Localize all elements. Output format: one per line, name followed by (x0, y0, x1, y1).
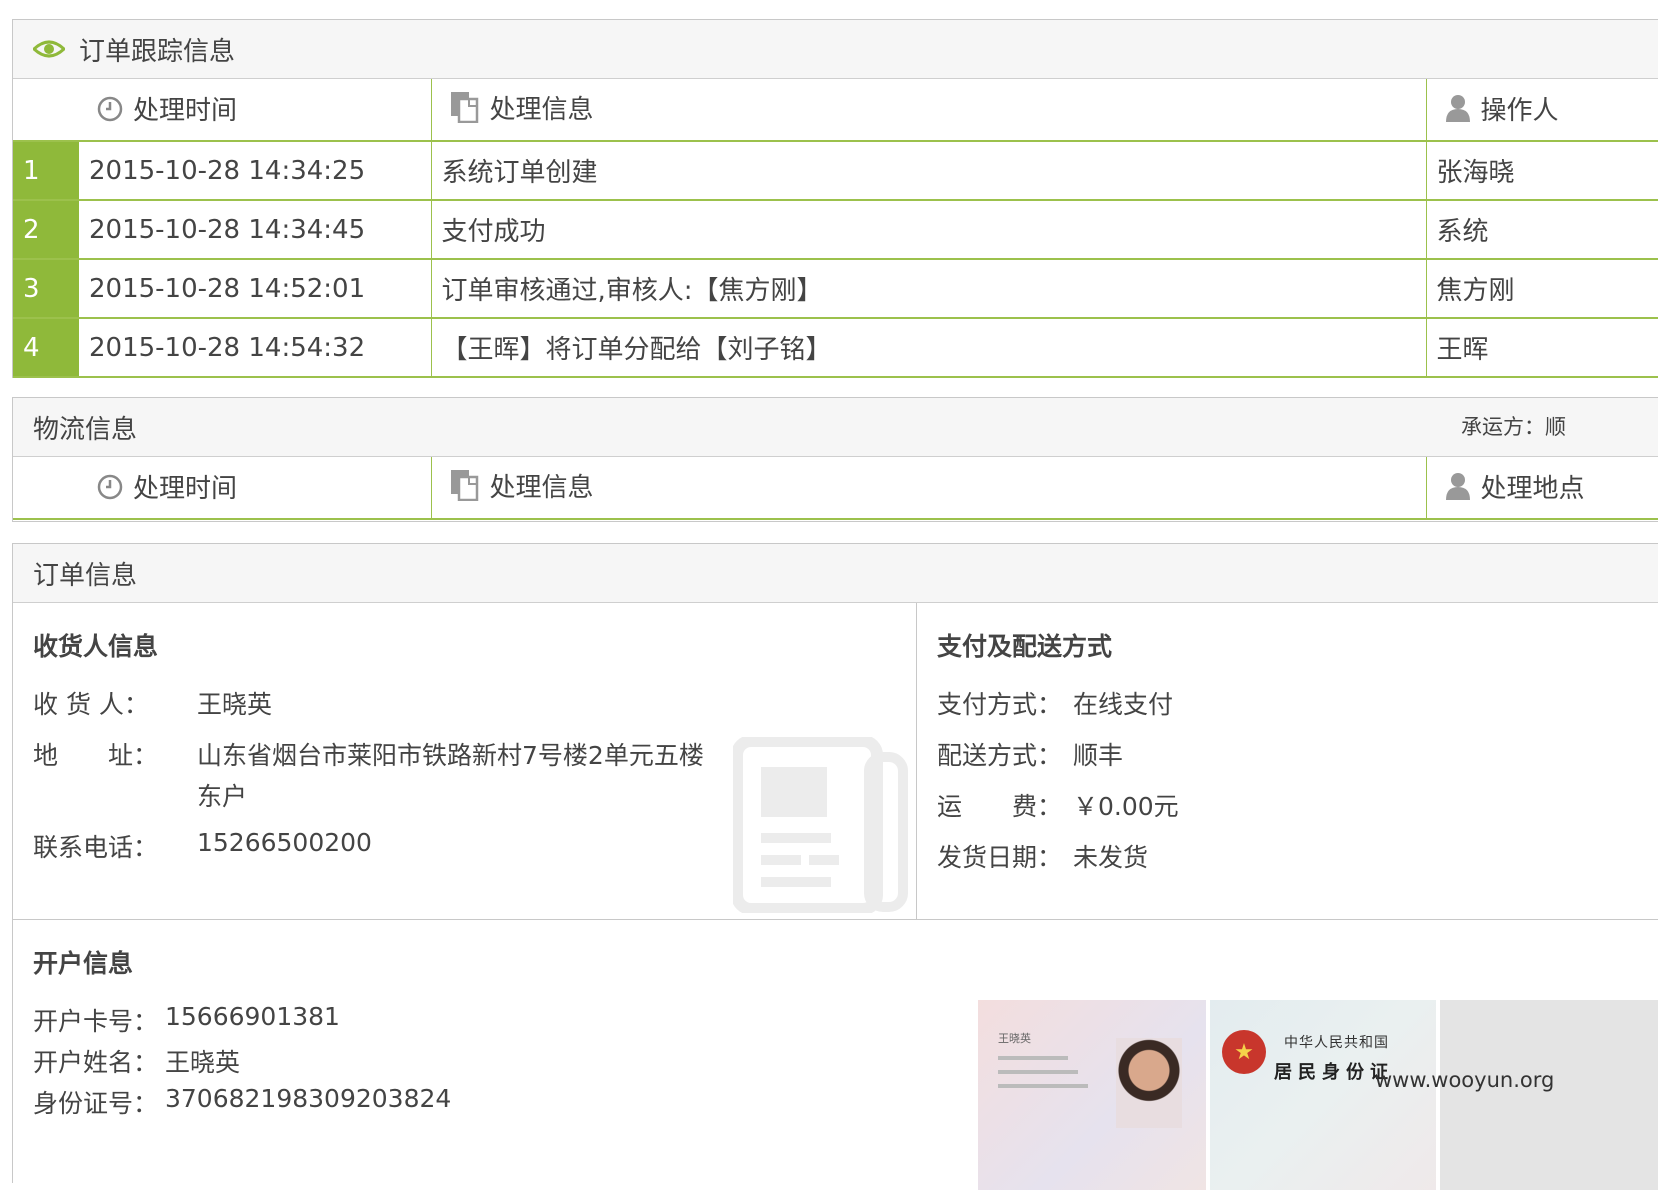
consignee-phone: 15266500200 (197, 828, 372, 857)
row-index: 2 (13, 200, 79, 260)
consignee-section: 收货人信息 收 货 人： 王晓英 地 址： 山东省烟台市莱阳市铁路新村7号楼2单… (13, 603, 917, 920)
account-id: 370682198309203824 (165, 1084, 452, 1113)
id-back-title1: 中华人民共和国 (1284, 1035, 1389, 1051)
eye-icon (33, 39, 65, 59)
logistics-header: 物流信息 承运方：顺 (13, 398, 1658, 457)
row-info: 系统订单创建 (431, 141, 1427, 201)
emblem-icon: ★ (1222, 1030, 1266, 1074)
table-row: 2 2015-10-28 14:34:45 支付成功 系统 (13, 200, 1658, 260)
row-index: 3 (13, 259, 79, 319)
ship-method-label: 配送方式： (937, 741, 1063, 770)
ship-date-label: 发货日期： (937, 843, 1063, 872)
user-icon (1445, 94, 1471, 123)
account-id-label: 身份证号： (33, 1089, 159, 1118)
tracking-header: 订单跟踪信息 (13, 20, 1658, 79)
carrier-label: 承运方：顺 (1461, 415, 1566, 439)
row-info: 【王晖】将订单分配给【刘子铭】 (431, 318, 1427, 378)
pay-method: 在线支付 (1073, 690, 1174, 719)
row-operator: 焦方刚 (1426, 259, 1658, 319)
row-info: 订单审核通过,审核人:【焦方刚】 (431, 259, 1427, 319)
order-title: 订单信息 (33, 560, 138, 591)
consignee-address-label: 地 址： (33, 741, 159, 770)
consignee-title: 收货人信息 (33, 632, 159, 661)
id-card-back-thumbnail[interactable]: ★ 中华人民共和国 居民身份证 (1210, 1000, 1436, 1190)
tracking-panel: 订单跟踪信息 处理时间 处理信息 操作人 1 2015-10-28 14:34:… (12, 19, 1658, 378)
newspaper-watermark-icon (733, 737, 909, 913)
clock-icon (97, 474, 123, 500)
order-panel: 订单信息 收货人信息 收 货 人： 王晓英 地 址： 山东省烟台市莱阳市铁路新村… (12, 543, 1658, 1190)
freight-label: 运 费： (937, 792, 1063, 821)
consignee-address-line2: 东户 (197, 782, 248, 811)
user-icon (1445, 472, 1471, 501)
col-time-header: 处理时间 (13, 79, 432, 142)
table-row: 4 2015-10-28 14:54:32 【王晖】将订单分配给【刘子铭】 王晖 (13, 318, 1658, 378)
row-operator: 王晖 (1426, 318, 1658, 378)
col-time-header: 处理时间 (13, 457, 432, 520)
account-name-label: 开户姓名： (33, 1048, 159, 1077)
order-header: 订单信息 (13, 544, 1658, 603)
payment-title: 支付及配送方式 (937, 632, 1113, 661)
col-info-header: 处理信息 (431, 457, 1427, 520)
id-card-front-thumbnail[interactable]: 王晓英 (978, 1000, 1206, 1190)
row-index: 1 (13, 141, 79, 201)
account-card-label: 开户卡号： (33, 1007, 159, 1036)
row-index: 4 (13, 318, 79, 378)
id-front-name: 王晓英 (998, 1032, 1031, 1045)
row-time: 2015-10-28 14:52:01 (79, 259, 432, 319)
document-icon (450, 469, 480, 502)
payment-section: 支付及配送方式 支付方式： 在线支付 配送方式： 顺丰 运 费： ￥0.00元 … (917, 603, 1658, 920)
table-row: 3 2015-10-28 14:52:01 订单审核通过,审核人:【焦方刚】 焦… (13, 259, 1658, 319)
consignee-name: 王晓英 (197, 690, 273, 719)
ship-method: 顺丰 (1073, 741, 1124, 770)
logistics-table-header: 处理时间 处理信息 处理地点 (13, 457, 1658, 520)
id-card-thumbnail-3[interactable] (1440, 1000, 1658, 1190)
col-place-header: 处理地点 (1426, 457, 1658, 520)
account-section: 开户信息 开户卡号： 15666901381 开户姓名： 王晓英 身份证号： 3… (13, 920, 1658, 1190)
logistics-title: 物流信息 (33, 414, 138, 445)
col-operator-header: 操作人 (1426, 79, 1658, 142)
row-time: 2015-10-28 14:54:32 (79, 318, 432, 378)
tracking-table-header: 处理时间 处理信息 操作人 (13, 79, 1658, 142)
table-row: 1 2015-10-28 14:34:25 系统订单创建 张海晓 (13, 141, 1658, 201)
clock-icon (97, 96, 123, 122)
row-time: 2015-10-28 14:34:25 (79, 141, 432, 201)
row-operator: 系统 (1426, 200, 1658, 260)
account-name: 王晓英 (165, 1048, 241, 1077)
freight-value: ￥0.00元 (1073, 792, 1179, 821)
consignee-phone-label: 联系电话： (33, 833, 159, 862)
account-card: 15666901381 (165, 1002, 340, 1031)
document-icon (450, 91, 480, 124)
tracking-table: 处理时间 处理信息 操作人 1 2015-10-28 14:34:25 系统订单… (13, 79, 1658, 378)
pay-method-label: 支付方式： (937, 690, 1063, 719)
consignee-name-label: 收 货 人： (33, 690, 149, 719)
row-operator: 张海晓 (1426, 141, 1658, 201)
consignee-address-line1: 山东省烟台市莱阳市铁路新村7号楼2单元五楼 (197, 741, 704, 770)
row-info: 支付成功 (431, 200, 1427, 260)
logistics-panel: 物流信息 承运方：顺 处理时间 处理信息 处理地点 (12, 397, 1658, 522)
portrait (1116, 1038, 1182, 1128)
account-title: 开户信息 (33, 949, 134, 978)
logistics-table: 处理时间 处理信息 处理地点 (13, 457, 1658, 520)
row-time: 2015-10-28 14:34:45 (79, 200, 432, 260)
wooyun-watermark: www.wooyun.org (1375, 1068, 1555, 1092)
tracking-title: 订单跟踪信息 (79, 36, 236, 67)
col-info-header: 处理信息 (431, 79, 1427, 142)
ship-date: 未发货 (1073, 843, 1149, 872)
